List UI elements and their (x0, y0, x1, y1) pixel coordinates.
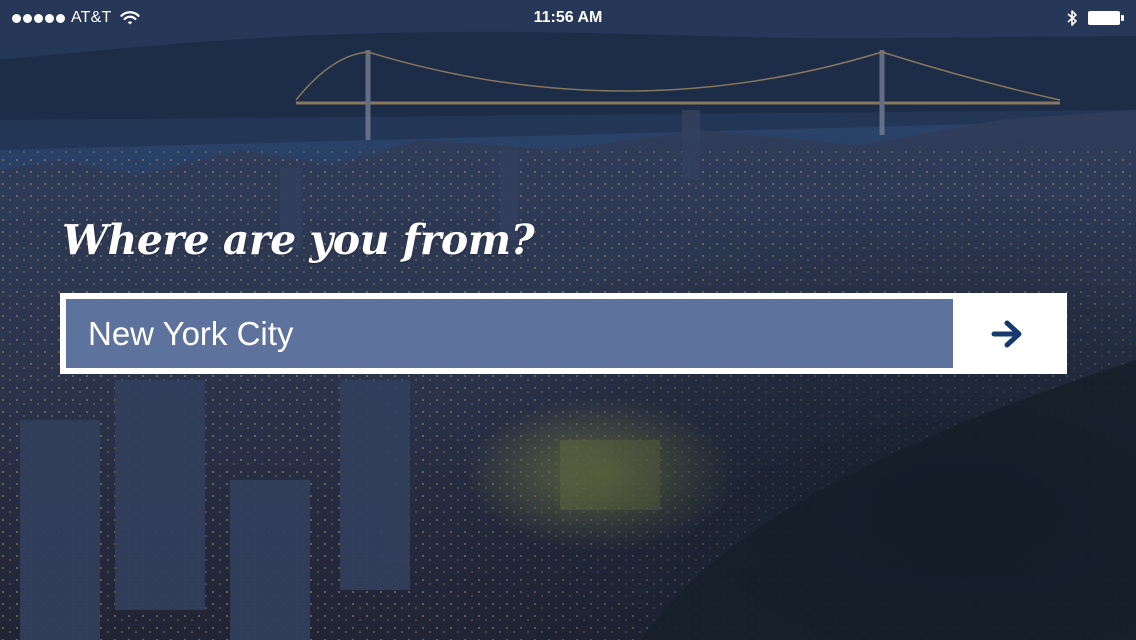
prompt-title: Where are you from? (62, 216, 535, 264)
status-bar-right (1066, 9, 1124, 27)
arrow-right-icon (991, 320, 1022, 347)
bluetooth-icon (1067, 10, 1077, 26)
screen: AT&T 11:56 AM Where are you from? (0, 0, 1136, 640)
submit-button[interactable] (953, 299, 1061, 368)
status-time: 11:56 AM (533, 9, 603, 26)
location-input-row (60, 293, 1067, 374)
location-input[interactable] (66, 299, 953, 368)
status-bar: AT&T 11:56 AM (0, 0, 1136, 38)
battery-icon (1088, 11, 1124, 25)
